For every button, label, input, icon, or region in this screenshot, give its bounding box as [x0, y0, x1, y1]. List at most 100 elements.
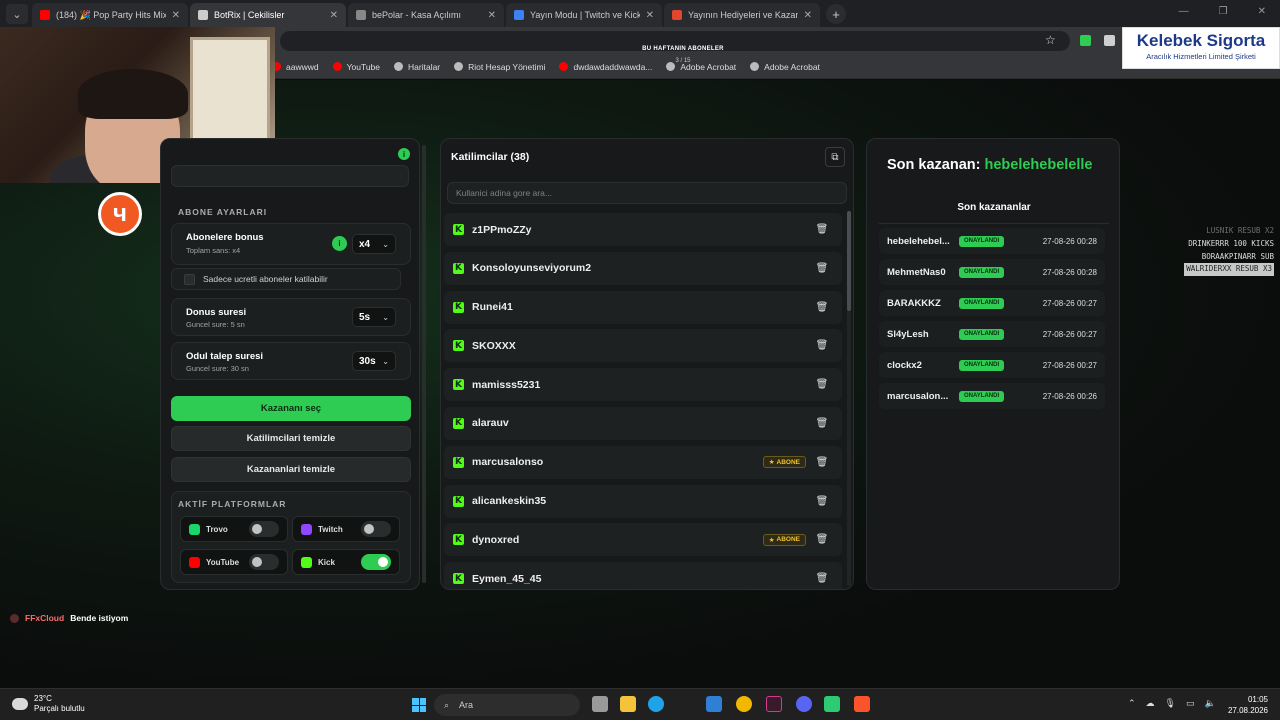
chrome-icon[interactable]	[736, 696, 752, 712]
tabs: (184) 🎉 Pop Party Hits Mix #0✕BotRix | C…	[30, 3, 820, 27]
app-icon[interactable]	[766, 696, 782, 712]
network-icon[interactable]: ▭	[1186, 698, 1195, 709]
discord-icon[interactable]	[796, 696, 812, 712]
minimize-icon[interactable]: —	[1179, 6, 1189, 17]
maximize-icon[interactable]: ❐	[1219, 6, 1228, 17]
kick-icon: K	[453, 573, 464, 585]
platform-toggle[interactable]	[361, 554, 391, 570]
kick-icon: K	[453, 340, 464, 352]
status-badge: ONAYLANDI	[959, 359, 1005, 371]
donus-select[interactable]: 5s ⌄	[352, 307, 396, 327]
winner-name: MehmetNas0	[887, 266, 946, 278]
browser-tab[interactable]: Yayın Modu | Twitch ve Kick ile ✕	[506, 3, 662, 27]
trash-icon[interactable]: 🗑	[814, 454, 830, 470]
volume-icon[interactable]: 🔈	[1205, 698, 1216, 709]
platform-youtube: YouTube	[180, 549, 288, 575]
bookmark-item[interactable]: aawwwd	[272, 62, 319, 72]
trash-icon[interactable]: 🗑	[814, 415, 830, 431]
close-tab-icon[interactable]: ✕	[804, 10, 812, 21]
subscriber-bonus-title: Abonelere bonus	[186, 232, 264, 243]
pick-winner-button[interactable]: Kazananı seç	[171, 396, 411, 421]
youtube-icon	[189, 556, 200, 568]
close-tab-icon[interactable]: ✕	[646, 10, 654, 21]
browser-tab[interactable]: BotRix | Cekilisler ✕	[190, 3, 346, 27]
close-tab-icon[interactable]: ✕	[330, 10, 338, 21]
tab-label: (184) 🎉 Pop Party Hits Mix #0	[56, 9, 166, 20]
extension-icon[interactable]	[1104, 35, 1115, 46]
platform-toggle[interactable]	[249, 521, 279, 537]
trash-icon[interactable]: 🗑	[814, 222, 830, 238]
cloud-tray-icon[interactable]: ☁	[1146, 698, 1155, 709]
webcam-person-hair	[78, 69, 188, 119]
browser-tab[interactable]: (184) 🎉 Pop Party Hits Mix #0 ✕	[32, 3, 188, 27]
bonus-select-value: x4	[359, 238, 371, 250]
trash-icon[interactable]: 🗑	[814, 532, 830, 548]
bookmark-item[interactable]: Haritalar	[394, 62, 440, 72]
bonus-select[interactable]: x4 ⌄	[352, 234, 396, 254]
clear-participants-button[interactable]: Katilimcilari temizle	[171, 426, 411, 451]
participant-name: Konsoloyunseviyorum2	[472, 262, 592, 275]
odul-select[interactable]: 30s ⌄	[352, 351, 396, 371]
weather-widget[interactable]: 23°C Parçalı bulutlu	[12, 694, 85, 714]
clear-winners-button[interactable]: Kazananlari temizle	[171, 457, 411, 482]
extension-shield-icon[interactable]	[1080, 35, 1091, 46]
platform-toggle[interactable]	[249, 554, 279, 570]
trash-icon[interactable]: 🗑	[814, 260, 830, 276]
start-button-icon[interactable]	[412, 698, 426, 712]
tab-label: Yayının Hediyeleri ve Kazananla	[688, 10, 798, 20]
close-tab-icon[interactable]: ✕	[172, 10, 180, 21]
bookmark-item[interactable]: Riot Hesap Yönetimi	[454, 62, 545, 72]
clock[interactable]: 01:05 27.08.2026	[1228, 694, 1268, 716]
task-view-icon[interactable]	[592, 696, 608, 712]
bookmark-label: Haritalar	[408, 61, 441, 72]
browser-tab[interactable]: Yayının Hediyeleri ve Kazananla ✕	[664, 3, 820, 27]
close-window-icon[interactable]: ✕	[1258, 6, 1266, 17]
twitch-icon	[301, 523, 312, 535]
file-explorer-icon[interactable]	[620, 696, 636, 712]
trash-icon[interactable]: 🗑	[814, 377, 830, 393]
participant-name: z1PPmoZZy	[472, 223, 532, 236]
app-icon-green[interactable]	[824, 696, 840, 712]
bookmark-item[interactable]: YouTube	[332, 62, 380, 72]
mail-icon[interactable]	[706, 696, 722, 712]
tab-bar: ⌄ (184) 🎉 Pop Party Hits Mix #0✕BotRix |…	[0, 0, 1280, 27]
subscriber-settings-title: ABONE AYARLARI	[178, 207, 268, 217]
winner-name: marcusalon...	[887, 390, 949, 402]
status-badge: ONAYLANDI	[959, 235, 1005, 247]
participant-scrollbar[interactable]	[847, 211, 851, 586]
donus-card: Donus suresi Guncel sure: 5 sn 5s ⌄	[171, 298, 411, 336]
microphone-icon[interactable]: 🎙	[1165, 698, 1176, 709]
winner-date: 27-08-26 00:26	[1042, 391, 1097, 401]
trash-icon[interactable]: 🗑	[814, 571, 830, 587]
platform-toggle[interactable]	[361, 521, 391, 537]
edge-icon[interactable]	[648, 696, 664, 712]
participant-name: Eymen_45_45	[472, 572, 542, 585]
settings-scrollbar[interactable]	[422, 145, 426, 583]
only-paid-checkbox[interactable]	[184, 273, 195, 285]
settings-top-field[interactable]	[171, 165, 409, 187]
kick-icon: K	[453, 495, 464, 507]
participant-scrollbar-thumb[interactable]	[847, 211, 851, 311]
trash-icon[interactable]: 🗑	[814, 338, 830, 354]
participant-row: Kalicankeskin35 🗑	[444, 484, 842, 518]
bonus-info-icon[interactable]: i	[332, 236, 347, 251]
taskbar-search[interactable]: ⌕ Ara	[434, 694, 580, 716]
only-paid-subscribers-option[interactable]: Sadece ucretli aboneler katilabilir	[171, 268, 401, 290]
participant-search-input[interactable]	[447, 182, 847, 204]
new-tab-button[interactable]: +	[826, 4, 846, 24]
recent-events-overlay: LUSNIK RESUB X2 DRINKERRR 100 KICKS BORAAK…	[1164, 225, 1274, 277]
brave-icon[interactable]	[854, 696, 870, 712]
trash-icon[interactable]: 🗑	[814, 493, 830, 509]
participant-name: alarauv	[472, 417, 509, 430]
platform-twitch: Twitch	[292, 516, 400, 542]
bookmark-item[interactable]: Adobe Acrobat	[750, 62, 820, 72]
winner-row: clockx2 ONAYLANDI 27-08-26 00:27	[879, 352, 1105, 378]
tab-search-button[interactable]: ⌄	[6, 4, 28, 24]
trash-icon[interactable]: 🗑	[814, 299, 830, 315]
copy-icon[interactable]: ⧉	[825, 147, 845, 167]
info-icon[interactable]: i	[398, 148, 410, 160]
bookmark-star-icon[interactable]: ☆	[1045, 33, 1056, 47]
browser-tab[interactable]: bePolar - Kasa Açılımı ✕	[348, 3, 504, 27]
chevron-up-icon[interactable]: ⌃	[1128, 698, 1136, 709]
close-tab-icon[interactable]: ✕	[488, 10, 496, 21]
